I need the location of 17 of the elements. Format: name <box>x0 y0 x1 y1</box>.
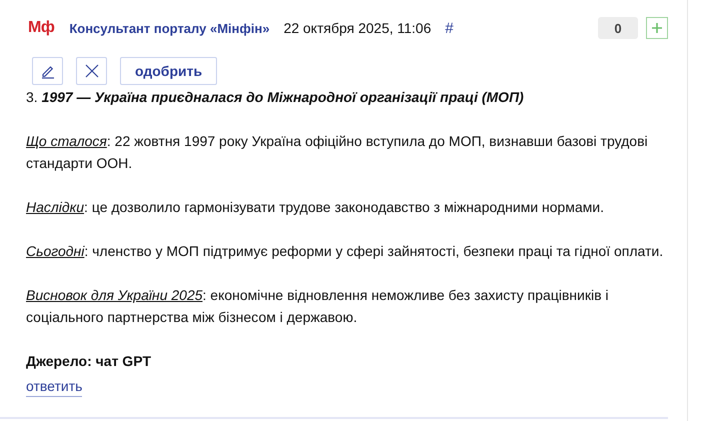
author-link[interactable]: Консультант порталу «Мінфін» <box>69 20 270 36</box>
approve-button[interactable]: одобрить <box>120 57 218 85</box>
comment-heading: 3. 1997 — Україна приєдналася до Міжнародної організації праці (МОП) <box>26 88 525 107</box>
vote-count: 0 <box>598 17 638 39</box>
reply-link[interactable]: ответить <box>26 376 82 397</box>
delete-button[interactable] <box>76 57 107 85</box>
anchor-link[interactable]: # <box>445 20 454 36</box>
close-icon <box>84 63 100 79</box>
comment-paragraph: Сьогодні: членство у МОП підтримує реформи у сфері зайнятості, безпеки праці та гідної оплати. <box>26 242 664 261</box>
logo: Мф <box>28 19 54 37</box>
source-note: Джерело: чат GPT <box>26 352 152 371</box>
comment-date: 22 октября 2025, 11:06 <box>284 20 432 36</box>
plus-icon <box>651 22 663 34</box>
comment-paragraph: Що сталося: 22 жовтня 1997 року Україна офіційно вступила до МОП, визнавши базові трудові стандарти ООН. <box>26 132 649 173</box>
comment-paragraph: Наслідки: це дозволило гармонізувати трудове законодавство з міжнародними нормами. <box>26 198 605 217</box>
edit-button[interactable] <box>32 57 63 85</box>
comment-paragraph: Висновок для України 2025: економічне відновлення неможливе без захисту працівників і соціального партнерства між бізнесом і державою. <box>26 286 610 327</box>
